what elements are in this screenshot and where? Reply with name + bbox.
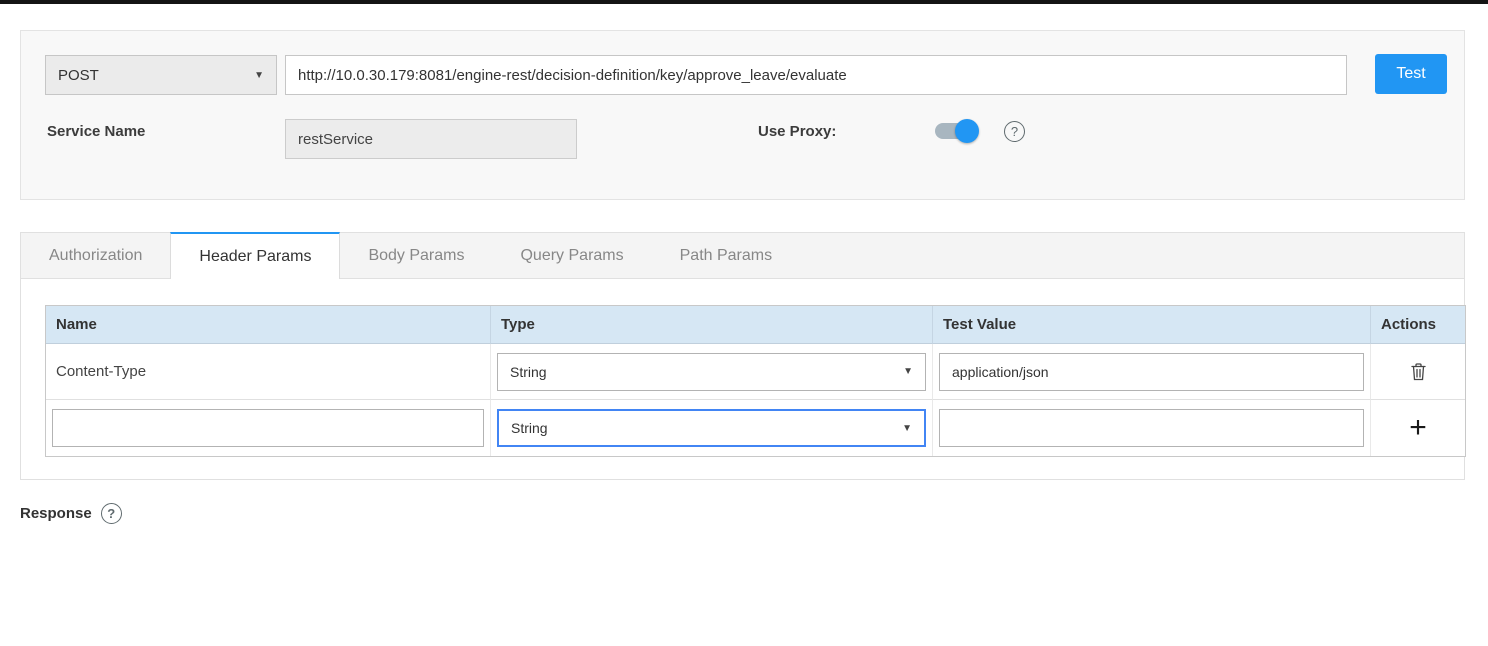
chevron-down-icon: ▼ <box>903 366 913 377</box>
param-type-cell: String ▼ <box>491 400 933 456</box>
col-header-type: Type <box>491 306 933 344</box>
chevron-down-icon: ▼ <box>902 423 912 434</box>
param-name-cell <box>46 400 491 456</box>
tab-header-params[interactable]: Header Params <box>170 232 340 279</box>
delete-row-button[interactable] <box>1407 359 1430 385</box>
test-value-input[interactable] <box>939 353 1364 391</box>
test-button[interactable]: Test <box>1375 54 1447 94</box>
type-select-value: String <box>511 420 548 436</box>
col-header-name: Name <box>46 306 491 344</box>
param-actions-cell <box>1371 344 1465 400</box>
tab-body-params[interactable]: Body Params <box>340 233 492 278</box>
col-header-test-value: Test Value <box>933 306 1371 344</box>
param-actions-cell: + <box>1371 400 1465 456</box>
chevron-down-icon: ▼ <box>254 70 264 81</box>
name-input[interactable] <box>52 409 484 447</box>
params-table: Name Type Test Value Actions Content-Typ… <box>45 305 1466 457</box>
param-type-cell: String ▼ <box>491 344 933 400</box>
use-proxy-label: Use Proxy: <box>758 123 836 140</box>
type-select-value: String <box>510 364 547 380</box>
test-value-input[interactable] <box>939 409 1364 447</box>
tab-authorization[interactable]: Authorization <box>21 233 170 278</box>
method-dropdown[interactable]: POST ▼ <box>45 55 277 95</box>
proxy-help-icon[interactable]: ? <box>1004 121 1025 142</box>
param-test-value-cell <box>933 344 1371 400</box>
tab-query-params[interactable]: Query Params <box>492 233 651 278</box>
table-row: Content-Type String ▼ <box>46 344 1465 400</box>
trash-icon <box>1411 363 1426 381</box>
add-row-button[interactable]: + <box>1405 409 1431 447</box>
response-section-header: Response ? <box>20 503 122 524</box>
request-panel: POST ▼ Test Service Name Use Proxy: ? <box>20 30 1465 200</box>
type-select-focused[interactable]: String ▼ <box>497 409 926 447</box>
service-name-input[interactable] <box>285 119 577 159</box>
tab-bar: Authorization Header Params Body Params … <box>20 232 1465 279</box>
response-help-icon[interactable]: ? <box>101 503 122 524</box>
use-proxy-toggle[interactable] <box>933 119 979 143</box>
tab-path-params[interactable]: Path Params <box>652 233 800 278</box>
url-input[interactable] <box>285 55 1347 95</box>
col-header-actions: Actions <box>1371 306 1465 344</box>
param-test-value-cell <box>933 400 1371 456</box>
param-name-value: Content-Type <box>46 344 491 400</box>
type-select[interactable]: String ▼ <box>497 353 926 391</box>
response-label: Response <box>20 505 92 522</box>
top-border <box>0 0 1488 4</box>
method-dropdown-value: POST <box>58 67 99 84</box>
service-name-label: Service Name <box>47 123 145 140</box>
toggle-thumb <box>955 119 979 143</box>
tab-content-panel: Name Type Test Value Actions Content-Typ… <box>20 279 1465 480</box>
table-header-row: Name Type Test Value Actions <box>46 306 1465 344</box>
table-row-new: String ▼ + <box>46 400 1465 456</box>
